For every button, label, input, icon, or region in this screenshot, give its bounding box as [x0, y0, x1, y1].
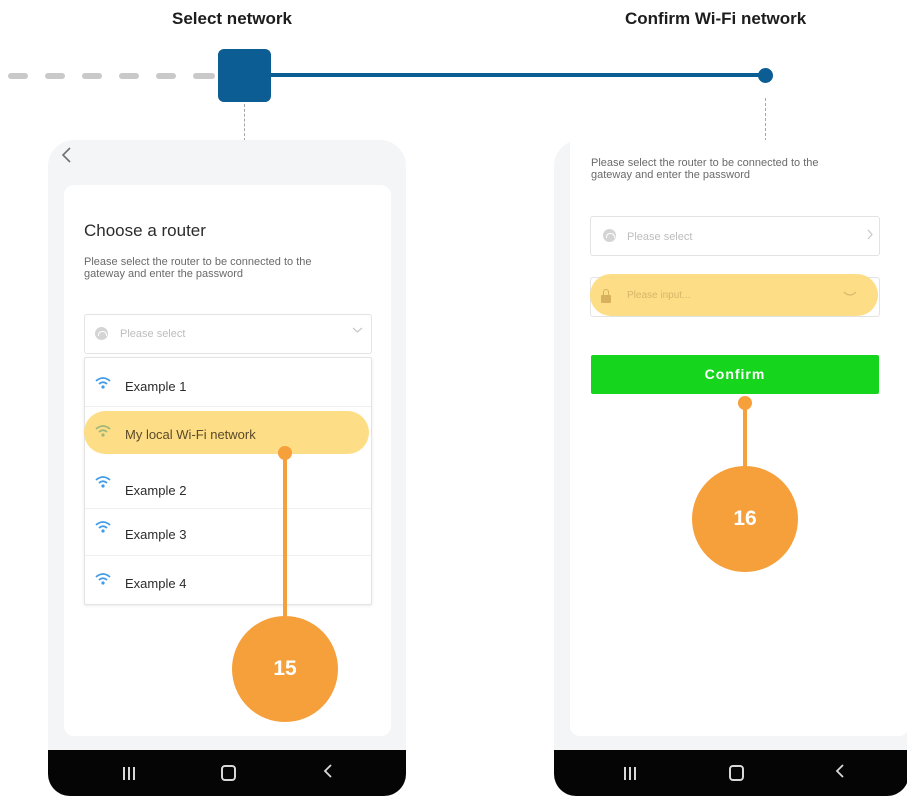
page-title: Choose a router	[84, 221, 206, 240]
dropdown-item-label: Example 2	[125, 483, 187, 498]
chevron-right-icon	[867, 229, 873, 243]
dropdown-item-label: Example 3	[125, 527, 187, 542]
dropdown-item[interactable]: Example 2	[85, 462, 371, 509]
recent-apps-icon[interactable]	[618, 762, 642, 784]
network-select[interactable]: Please select	[590, 216, 880, 256]
current-step-marker	[218, 49, 271, 102]
network-select-placeholder: Please select	[120, 328, 186, 340]
dropdown-item-label: Example 4	[125, 576, 187, 591]
dropdown-item-label: Example 1	[125, 379, 187, 394]
android-nav-bar	[48, 750, 406, 796]
confirm-button[interactable]: Confirm	[591, 355, 879, 394]
network-select[interactable]: Please select	[84, 314, 372, 354]
step-connector-line	[270, 73, 766, 77]
android-nav-bar	[554, 750, 907, 796]
phone-screen-select-network: Choose a router Please select the router…	[48, 140, 406, 796]
wifi-icon	[95, 327, 108, 340]
back-icon[interactable]	[828, 762, 852, 784]
password-placeholder: Please input...	[627, 290, 691, 301]
step-number-badge: 15	[232, 616, 338, 722]
step-title-select-network: Select network	[172, 9, 292, 28]
instruction-text: Please select the router to be connected…	[84, 256, 312, 280]
dropdown-item[interactable]: Example 4	[85, 556, 371, 602]
callout-line	[283, 453, 287, 618]
callout-line	[743, 403, 747, 467]
home-icon[interactable]	[216, 762, 240, 784]
wifi-icon	[95, 425, 111, 437]
back-icon[interactable]	[316, 762, 340, 784]
next-step-marker	[758, 68, 773, 83]
step-title-confirm-wifi: Confirm Wi-Fi network	[625, 9, 807, 28]
instruction-text: Please select the router to be connected…	[591, 157, 819, 181]
dropdown-item[interactable]: Example 1	[85, 360, 371, 407]
step-guide-line	[244, 104, 245, 141]
dropdown-item-label-selected: My local Wi-Fi network	[125, 427, 256, 442]
step-connector-dashed	[0, 73, 220, 79]
wifi-icon	[603, 229, 616, 242]
eye-closed-icon[interactable]	[843, 291, 857, 298]
wifi-icon	[95, 476, 111, 488]
network-select-placeholder: Please select	[627, 231, 693, 243]
step-number-badge: 16	[692, 466, 798, 572]
lock-icon	[601, 289, 611, 303]
wifi-icon	[95, 521, 111, 533]
wifi-icon	[95, 377, 111, 389]
home-icon[interactable]	[724, 762, 748, 784]
recent-apps-icon[interactable]	[117, 762, 141, 784]
step-guide-line	[765, 98, 766, 141]
chevron-left-icon[interactable]	[60, 146, 72, 168]
wifi-icon	[95, 573, 111, 585]
chevron-down-icon	[352, 325, 363, 337]
dropdown-item[interactable]: Example 3	[85, 509, 371, 556]
network-dropdown: Example 1 Example 2 Example 3 Example 4	[84, 357, 372, 605]
